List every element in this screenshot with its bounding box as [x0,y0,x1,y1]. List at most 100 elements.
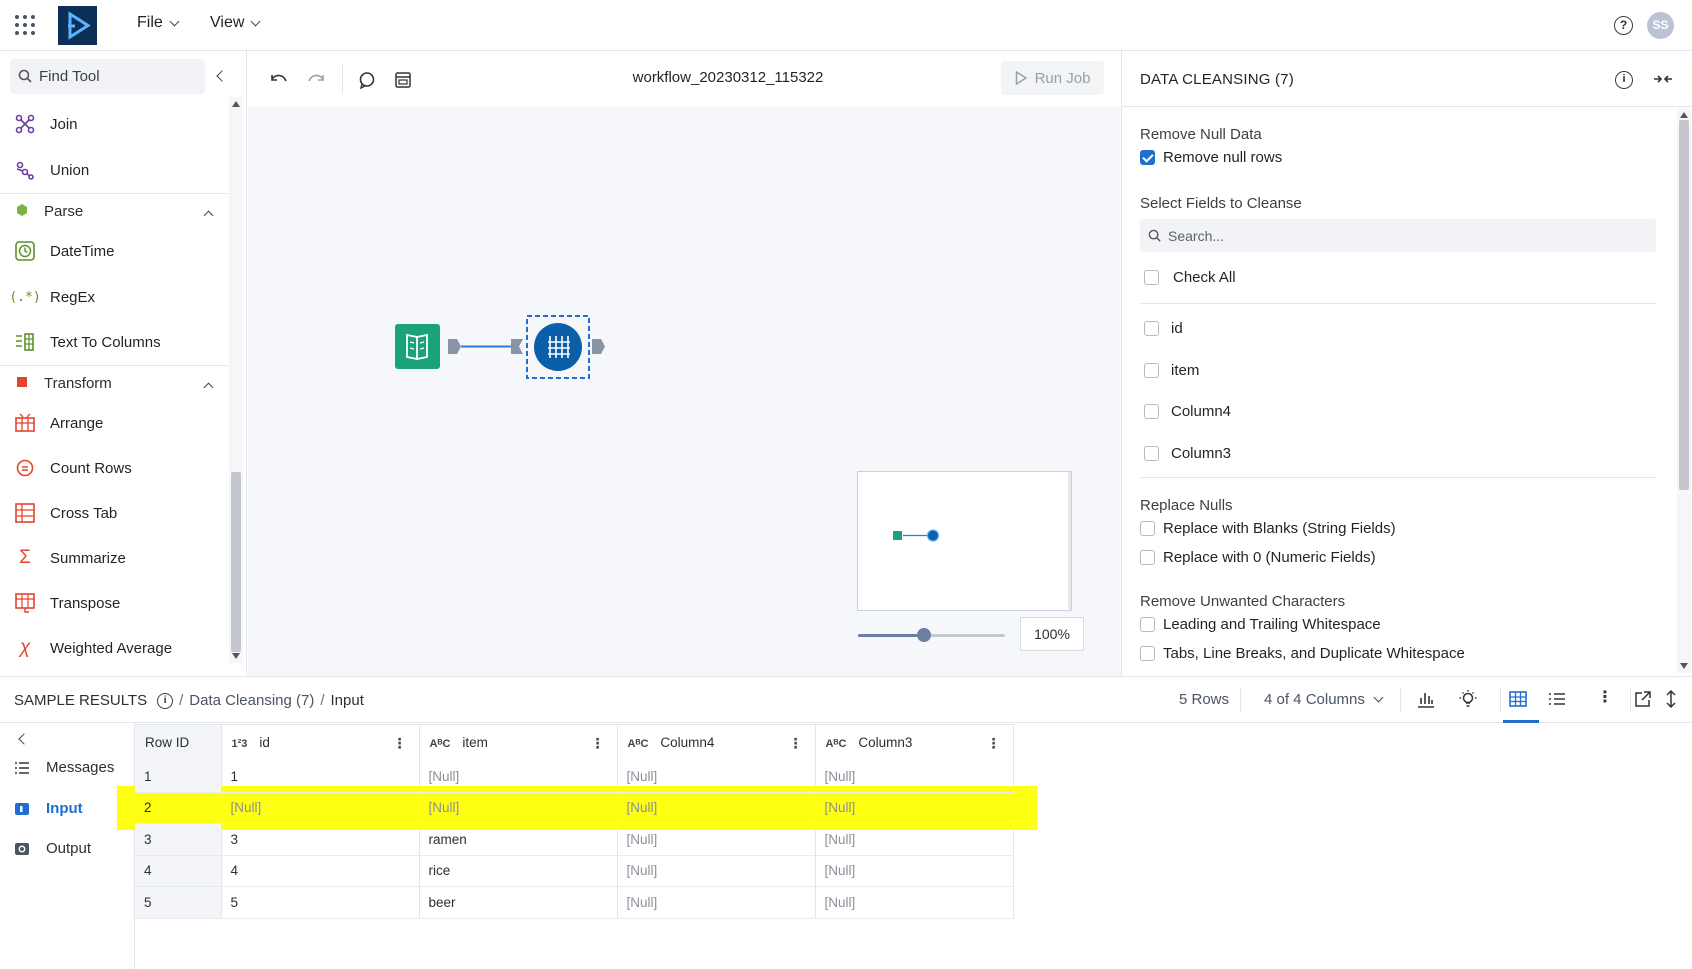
collapse-panel-icon[interactable] [216,70,228,82]
output-anchor[interactable] [448,339,461,354]
tool-text-to-columns[interactable]: Text To Columns [14,328,161,356]
column-menu-icon[interactable]: ⋮ [789,735,803,752]
tool-transpose[interactable]: Transpose [14,589,120,617]
column-header-id[interactable]: 1²3 id ⋮ [221,724,420,761]
output-anchor[interactable] [592,339,605,354]
cell-item[interactable]: rice [419,855,618,887]
cell-column4[interactable]: [Null] [617,855,816,887]
cell-column4[interactable]: [Null] [617,823,816,856]
column-header-item[interactable]: AᴮC item ⋮ [419,724,618,761]
nav-output[interactable]: Output [14,840,91,857]
tool-summarize[interactable]: Σ Summarize [14,544,126,572]
scroll-down-icon[interactable] [232,653,240,659]
find-tool-input[interactable]: Find Tool [10,59,205,94]
cell-column3[interactable]: [Null] [815,823,1014,856]
cell-item[interactable]: [Null] [419,760,618,793]
column-menu-icon[interactable]: ⋮ [393,735,407,752]
leading-trailing-checkbox[interactable]: Leading and Trailing Whitespace [1140,616,1381,633]
more-options-icon[interactable]: ⋮ [1595,687,1615,711]
tool-weighted-average[interactable]: χ Weighted Average [14,634,172,662]
zoom-level-field[interactable]: 100% [1020,617,1084,651]
workflow-canvas[interactable]: 100% [248,106,1121,676]
nav-messages[interactable]: Messages [14,759,114,776]
run-job-button[interactable]: Run Job [1001,61,1104,95]
table-row[interactable]: 5 5 beer [Null] [Null] [135,886,1014,919]
checkbox-checked[interactable] [1140,150,1155,165]
chart-icon[interactable] [1416,689,1436,709]
checkbox-unchecked[interactable] [1144,446,1159,461]
checkbox-unchecked[interactable] [1144,321,1159,336]
tool-palette-scrollbar[interactable] [229,97,243,663]
cell-item[interactable]: ramen [419,823,618,856]
help-icon[interactable]: ? [1614,16,1633,35]
cell-item[interactable]: beer [419,886,618,919]
info-icon[interactable]: i [157,692,174,709]
field-checkbox-item[interactable]: item [1144,362,1199,379]
cell-column3[interactable]: [Null] [815,792,1014,824]
field-checkbox-id[interactable]: id [1144,320,1183,337]
minimap[interactable] [857,471,1072,612]
cell-id[interactable]: 4 [221,855,420,887]
tool-cross-tab[interactable]: Cross Tab [14,499,117,527]
collapse-panel-icon[interactable] [1652,69,1674,89]
section-transform[interactable]: Transform [0,365,228,401]
column-menu-icon[interactable]: ⋮ [987,735,1001,752]
scroll-down-icon[interactable] [1680,663,1688,669]
replace-zero-checkbox[interactable]: Replace with 0 (Numeric Fields) [1140,549,1376,566]
tool-arrange[interactable]: Arrange [14,409,103,437]
tool-count-rows[interactable]: Count Rows [14,454,132,482]
tool-join[interactable]: Join [14,110,78,138]
section-parse[interactable]: Parse [0,193,228,229]
file-menu[interactable]: File [137,14,180,32]
tabs-linebreaks-checkbox[interactable]: Tabs, Line Breaks, and Duplicate Whitesp… [1140,645,1465,662]
column-header-column3[interactable]: AᴮC Column3 ⋮ [815,724,1014,761]
scrollbar-thumb[interactable] [231,472,241,652]
checkbox-unchecked[interactable] [1140,550,1155,565]
grid-view-icon[interactable] [1508,689,1528,709]
expand-vertical-icon[interactable] [1661,689,1681,709]
zoom-slider[interactable] [858,628,1005,642]
collapse-sidebar-icon[interactable] [18,733,30,745]
checkbox-unchecked[interactable] [1140,521,1155,536]
container-icon[interactable] [392,69,414,91]
remove-null-rows-checkbox[interactable]: Remove null rows [1140,149,1282,166]
field-search-input[interactable]: Search... [1140,219,1656,252]
cell-column3[interactable]: [Null] [815,760,1014,793]
config-panel-scrollbar[interactable] [1677,108,1691,673]
undo-icon[interactable] [268,69,290,91]
breadcrumb-tool[interactable]: Data Cleansing (7) [189,692,314,709]
data-cleansing-node[interactable] [534,323,582,371]
cell-column4[interactable]: [Null] [617,886,816,919]
column-header-column4[interactable]: AᴮC Column4 ⋮ [617,724,816,761]
cell-column4[interactable]: [Null] [617,760,816,793]
scroll-up-icon[interactable] [1680,112,1688,118]
columns-selector[interactable]: 4 of 4 Columns [1264,691,1384,708]
cell-item[interactable]: [Null] [419,792,618,824]
redo-icon[interactable] [305,69,327,91]
cell-id[interactable]: 5 [221,886,420,919]
cell-column4[interactable]: [Null] [617,792,816,824]
checkbox-unchecked[interactable] [1140,646,1155,661]
open-external-icon[interactable] [1633,689,1653,709]
cell-column3[interactable]: [Null] [815,886,1014,919]
app-grid-icon[interactable] [15,15,35,35]
checkbox-unchecked[interactable] [1144,404,1159,419]
table-row[interactable]: 1 1 [Null] [Null] [Null] [135,760,1014,793]
tool-datetime[interactable]: DateTime [14,237,114,265]
cell-id[interactable]: [Null] [221,792,420,824]
comment-icon[interactable] [356,69,378,91]
table-row[interactable]: 2 [Null] [Null] [Null] [Null] [135,792,1014,824]
table-row[interactable]: 3 3 ramen [Null] [Null] [135,823,1014,856]
checkbox-unchecked[interactable] [1144,363,1159,378]
info-icon[interactable]: i [1615,71,1633,89]
tool-regex[interactable]: (.*) RegEx [9,283,95,311]
tool-union[interactable]: Union [14,156,89,184]
table-row[interactable]: 4 4 rice [Null] [Null] [135,855,1014,887]
input-data-node[interactable] [395,324,440,369]
checkbox-unchecked[interactable] [1140,617,1155,632]
input-anchor[interactable] [511,339,523,354]
checkbox-unchecked[interactable] [1144,270,1159,285]
view-menu[interactable]: View [210,14,261,32]
check-all-checkbox[interactable]: Check All [1144,269,1236,286]
field-checkbox-column3[interactable]: Column3 [1144,445,1231,462]
